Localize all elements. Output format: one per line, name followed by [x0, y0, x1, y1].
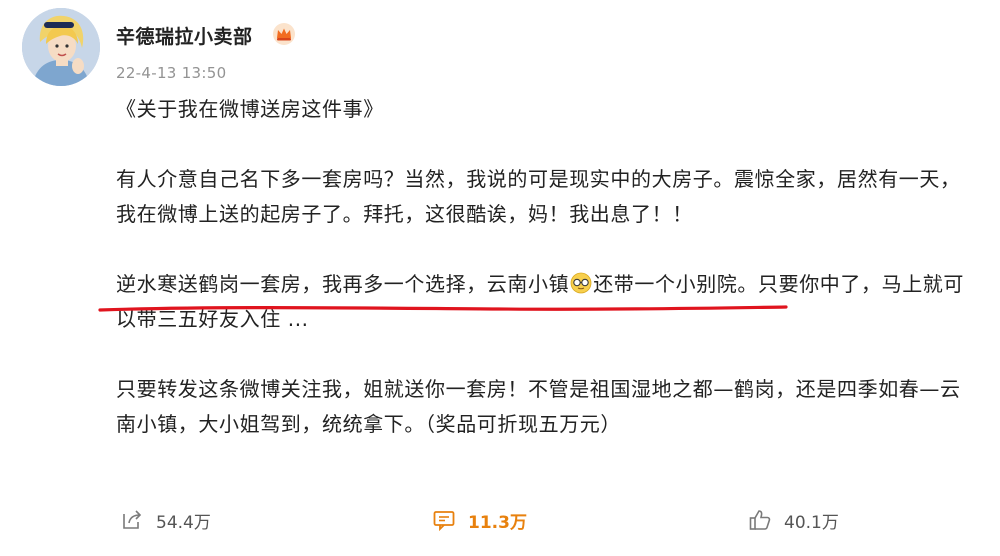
comment-icon — [432, 508, 456, 532]
paragraph-2-text-before-emoji: 逆水寒送鹤岗一套房，我再多一个选择，云南小镇 — [116, 272, 570, 296]
avatar[interactable] — [22, 8, 100, 86]
repost-count: 54.4万 — [156, 512, 211, 533]
post-body: 《关于我在微博送房这件事》 有人介意自己名下多一套房吗？当然，我说的可是现实中的… — [116, 92, 966, 442]
weibo-post-card: 辛德瑞拉小卖部 22-4-13 13:50 《关于我在微博送房这件事》 有人介意… — [0, 0, 1000, 556]
post-paragraph-1: 有人介意自己名下多一套房吗？当然，我说的可是现实中的大房子。震惊全家，居然有一天… — [116, 167, 961, 226]
post-timestamp: 22-4-13 13:50 — [116, 64, 227, 82]
like-button[interactable]: 40.1万 — [748, 506, 839, 534]
sunglasses-emoji-icon — [570, 272, 592, 294]
post-paragraph-3: 只要转发这条微博关注我，姐就送你一套房！不管是祖国湿地之都—鹤岗，还是四季如春—… — [116, 377, 961, 436]
thumbs-up-icon — [748, 508, 772, 532]
author-name[interactable]: 辛德瑞拉小卖部 — [116, 22, 253, 49]
post-paragraph-2: 逆水寒送鹤岗一套房，我再多一个选择，云南小镇 还带一个小别院。只要你中了，马上就… — [116, 267, 966, 337]
comment-button[interactable]: 11.3万 — [432, 506, 527, 534]
crown-badge-icon[interactable] — [272, 22, 296, 46]
comment-count: 11.3万 — [468, 512, 527, 533]
repost-icon — [120, 508, 144, 532]
like-count: 40.1万 — [784, 512, 839, 533]
repost-button[interactable]: 54.4万 — [120, 506, 211, 534]
post-title-line: 《关于我在微博送房这件事》 — [116, 97, 384, 121]
action-bar: 54.4万 11.3万 40.1万 — [0, 500, 1000, 540]
avatar-image — [22, 8, 100, 86]
